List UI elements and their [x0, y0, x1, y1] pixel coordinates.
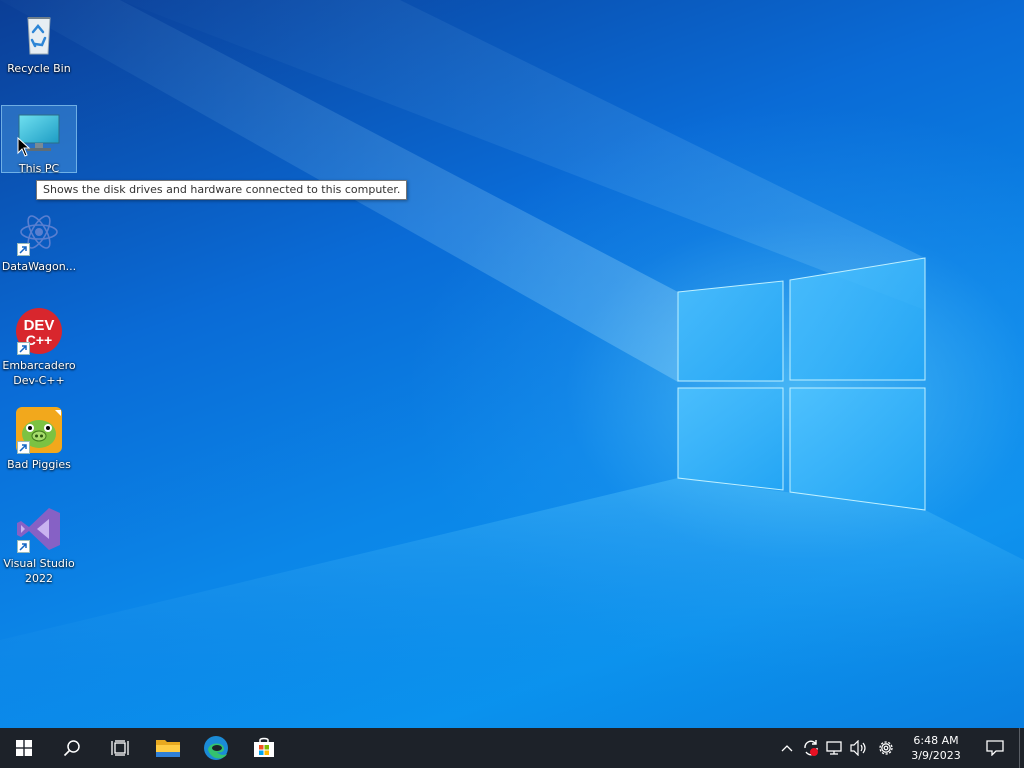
sync-error-icon: [804, 740, 818, 756]
task-view-icon: [111, 740, 129, 756]
system-tray: 6:48 AM 3/9/2023: [775, 728, 1024, 768]
visual-studio-icon: [15, 505, 63, 553]
desktop-icon-devcpp[interactable]: DEV C++ Embarcadero Dev-C++: [1, 303, 77, 388]
desktop-icon-recycle-bin[interactable]: Recycle Bin: [1, 6, 77, 76]
network-button[interactable]: [823, 728, 847, 768]
taskbar: 6:48 AM 3/9/2023: [0, 728, 1024, 768]
desktop-icon-label: This PC: [18, 162, 60, 175]
desktop[interactable]: Recycle Bin This PC DataWagon... DEV C++…: [0, 0, 1024, 728]
clock[interactable]: 6:48 AM 3/9/2023: [901, 733, 971, 763]
settings-button[interactable]: [871, 728, 901, 768]
desktop-icon-bad-piggies[interactable]: Bad Piggies: [1, 402, 77, 472]
search-icon: [63, 740, 80, 757]
task-view-button[interactable]: [96, 728, 144, 768]
recycle-bin-icon: [15, 10, 63, 58]
taskbar-app-microsoft-store[interactable]: [240, 728, 288, 768]
windows-logo-icon: [16, 740, 32, 756]
show-desktop-button[interactable]: [1019, 728, 1024, 768]
desktop-icon-label: Bad Piggies: [7, 458, 71, 471]
shortcut-arrow-icon: [17, 441, 30, 454]
taskbar-app-microsoft-edge[interactable]: [192, 728, 240, 768]
mouse-cursor-icon: [17, 137, 31, 157]
edge-icon: [204, 736, 228, 760]
desktop-icon-datawagon[interactable]: DataWagon...: [1, 204, 77, 274]
desktop-icon-label: Embarcadero Dev-C++: [2, 359, 76, 387]
windows-wallpaper: [0, 0, 1024, 728]
bad-piggies-icon: [15, 406, 63, 454]
network-icon: [826, 741, 842, 755]
desktop-icon-label: Recycle Bin: [7, 62, 71, 75]
sync-status-button[interactable]: [799, 728, 823, 768]
chevron-up-icon: [781, 745, 793, 752]
taskbar-app-file-explorer[interactable]: [144, 728, 192, 768]
settings-icon: [879, 741, 893, 755]
shortcut-arrow-icon: [17, 243, 30, 256]
folder-icon: [156, 740, 180, 757]
volume-icon: [850, 740, 866, 756]
action-center-button[interactable]: [971, 728, 1019, 768]
clock-date: 3/9/2023: [911, 749, 961, 762]
action-center-icon: [986, 740, 1004, 756]
desktop-icon-visual-studio[interactable]: Visual Studio 2022: [1, 501, 77, 586]
desktop-icon-label: DataWagon...: [1, 260, 77, 273]
desktop-icon-this-pc[interactable]: This PC: [1, 105, 77, 175]
start-button[interactable]: [0, 728, 48, 768]
search-button[interactable]: [48, 728, 96, 768]
devcpp-icon: DEV C++: [15, 307, 63, 355]
volume-button[interactable]: [847, 728, 871, 768]
shortcut-arrow-icon: [17, 342, 30, 355]
clock-time: 6:48 AM: [913, 734, 959, 747]
show-hidden-icons-button[interactable]: [775, 728, 799, 768]
store-icon: [254, 737, 274, 757]
datawagon-icon: [15, 208, 63, 256]
tooltip: Shows the disk drives and hardware conne…: [36, 180, 408, 200]
desktop-icon-label: Visual Studio 2022: [3, 557, 75, 585]
shortcut-arrow-icon: [17, 540, 30, 553]
